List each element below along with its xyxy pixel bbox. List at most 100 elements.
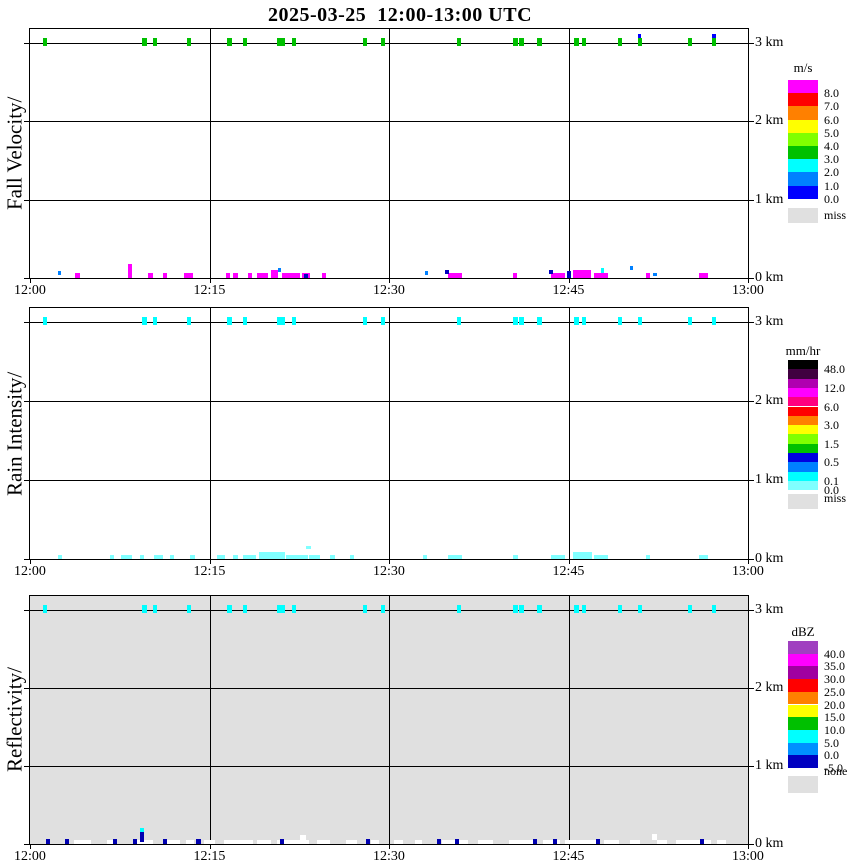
colorbar-segment bbox=[788, 360, 818, 369]
data-mark bbox=[74, 840, 91, 844]
colorbar-segment bbox=[788, 481, 818, 490]
y-axis-tick bbox=[749, 844, 754, 845]
data-mark bbox=[257, 273, 268, 278]
data-mark bbox=[58, 555, 62, 559]
x-tick-label: 12:30 bbox=[359, 283, 419, 299]
data-mark bbox=[142, 317, 146, 325]
data-mark bbox=[519, 605, 523, 613]
data-mark bbox=[688, 38, 692, 46]
data-mark bbox=[309, 555, 320, 559]
x-axis-tick bbox=[210, 278, 211, 283]
colorbar-segment bbox=[788, 120, 818, 133]
colorbar-segment bbox=[788, 388, 818, 397]
colorbar-segment bbox=[788, 146, 818, 159]
data-mark bbox=[110, 555, 114, 559]
colorbar-title-reflectivity: dBZ bbox=[768, 624, 838, 640]
colorbar-tick-label: 3.0 bbox=[824, 419, 839, 431]
radar-quicklook-figure: 2025-03-25 12:00-13:00 UTC Fall Velocity… bbox=[0, 0, 850, 868]
colorbar-tick-label: 10.0 bbox=[824, 724, 845, 736]
data-mark bbox=[394, 840, 404, 844]
y-axis-tick bbox=[749, 200, 754, 201]
colorbar-segment bbox=[788, 159, 818, 172]
y-axis-tick bbox=[24, 688, 29, 689]
data-mark bbox=[128, 264, 132, 277]
y-axis-tick bbox=[24, 278, 29, 279]
gridline-time bbox=[210, 29, 211, 278]
data-mark bbox=[513, 605, 517, 613]
data-mark bbox=[322, 273, 326, 278]
data-mark bbox=[226, 273, 230, 278]
data-mark bbox=[415, 840, 422, 844]
data-mark bbox=[363, 38, 367, 46]
colorbar-segment bbox=[788, 106, 818, 119]
data-mark bbox=[551, 555, 565, 559]
data-mark bbox=[75, 273, 79, 278]
data-mark bbox=[43, 317, 47, 325]
data-mark bbox=[638, 605, 642, 613]
x-tick-label: 12:30 bbox=[359, 564, 419, 580]
data-mark bbox=[259, 552, 285, 558]
data-mark bbox=[243, 38, 247, 46]
data-mark bbox=[163, 273, 167, 278]
colorbar-miss-label: miss bbox=[824, 209, 846, 221]
colorbar-segment bbox=[788, 80, 818, 93]
data-mark bbox=[187, 317, 191, 325]
data-mark bbox=[653, 273, 657, 277]
data-mark bbox=[699, 273, 709, 278]
y-axis-tick bbox=[749, 610, 754, 611]
colorbar-tick-label: 7.0 bbox=[824, 100, 839, 112]
colorbar-miss-swatch bbox=[788, 776, 818, 793]
y-tick-label: 0 km bbox=[755, 551, 801, 567]
gridline-time bbox=[210, 308, 211, 559]
colorbar-tick-label: 5.0 bbox=[824, 737, 839, 749]
x-tick-label: 12:00 bbox=[0, 849, 60, 865]
data-mark bbox=[688, 317, 692, 325]
data-mark bbox=[190, 555, 194, 559]
data-mark bbox=[537, 317, 541, 325]
data-mark bbox=[217, 555, 225, 559]
data-mark bbox=[43, 38, 47, 46]
data-mark bbox=[243, 555, 256, 559]
y-axis-tick bbox=[749, 121, 754, 122]
colorbar-segment bbox=[788, 397, 818, 406]
colorbar-tick-label: 0.5 bbox=[824, 456, 839, 468]
y-axis-tick bbox=[749, 559, 754, 560]
data-mark bbox=[630, 266, 634, 270]
data-mark bbox=[227, 38, 231, 46]
data-mark bbox=[638, 34, 642, 38]
colorbar-segment bbox=[788, 743, 818, 756]
data-mark bbox=[58, 271, 62, 275]
colorbar-miss-label: none bbox=[824, 765, 847, 777]
panel-ylabel-reflectivity: Reflectivity/ bbox=[2, 596, 28, 844]
data-mark bbox=[582, 317, 586, 325]
colorbar-segment bbox=[788, 369, 818, 378]
data-mark bbox=[121, 555, 132, 559]
colorbar-tick-label: 6.0 bbox=[824, 114, 839, 126]
data-mark bbox=[638, 38, 642, 46]
colorbar-tick-label: 3.0 bbox=[824, 153, 839, 165]
data-mark bbox=[330, 555, 334, 559]
data-mark bbox=[537, 605, 541, 613]
data-mark bbox=[455, 839, 459, 844]
panel-rain-intensity bbox=[29, 307, 749, 560]
colorbar-tick-label: 12.0 bbox=[824, 382, 845, 394]
data-mark bbox=[565, 840, 596, 844]
colorbar-tick-label: 40.0 bbox=[824, 648, 845, 660]
data-mark bbox=[437, 839, 441, 844]
colorbar-tick-label: 25.0 bbox=[824, 686, 845, 698]
colorbar-tick-label: 8.0 bbox=[824, 87, 839, 99]
y-axis-tick bbox=[24, 480, 29, 481]
colorbar-tick-label: 15.0 bbox=[824, 711, 845, 723]
data-mark bbox=[366, 839, 370, 844]
colorbar-segment bbox=[788, 425, 818, 434]
data-mark bbox=[519, 38, 523, 46]
colorbar-miss-label: miss bbox=[824, 492, 846, 504]
y-axis-tick bbox=[24, 322, 29, 323]
x-tick-label: 12:15 bbox=[180, 564, 240, 580]
colorbar-tick-label: 1.0 bbox=[824, 180, 839, 192]
data-mark bbox=[153, 38, 157, 46]
data-mark bbox=[346, 840, 357, 844]
colorbar-miss-swatch bbox=[788, 494, 818, 509]
data-mark bbox=[457, 38, 461, 46]
colorbar-tick-label: 4.0 bbox=[824, 140, 839, 152]
